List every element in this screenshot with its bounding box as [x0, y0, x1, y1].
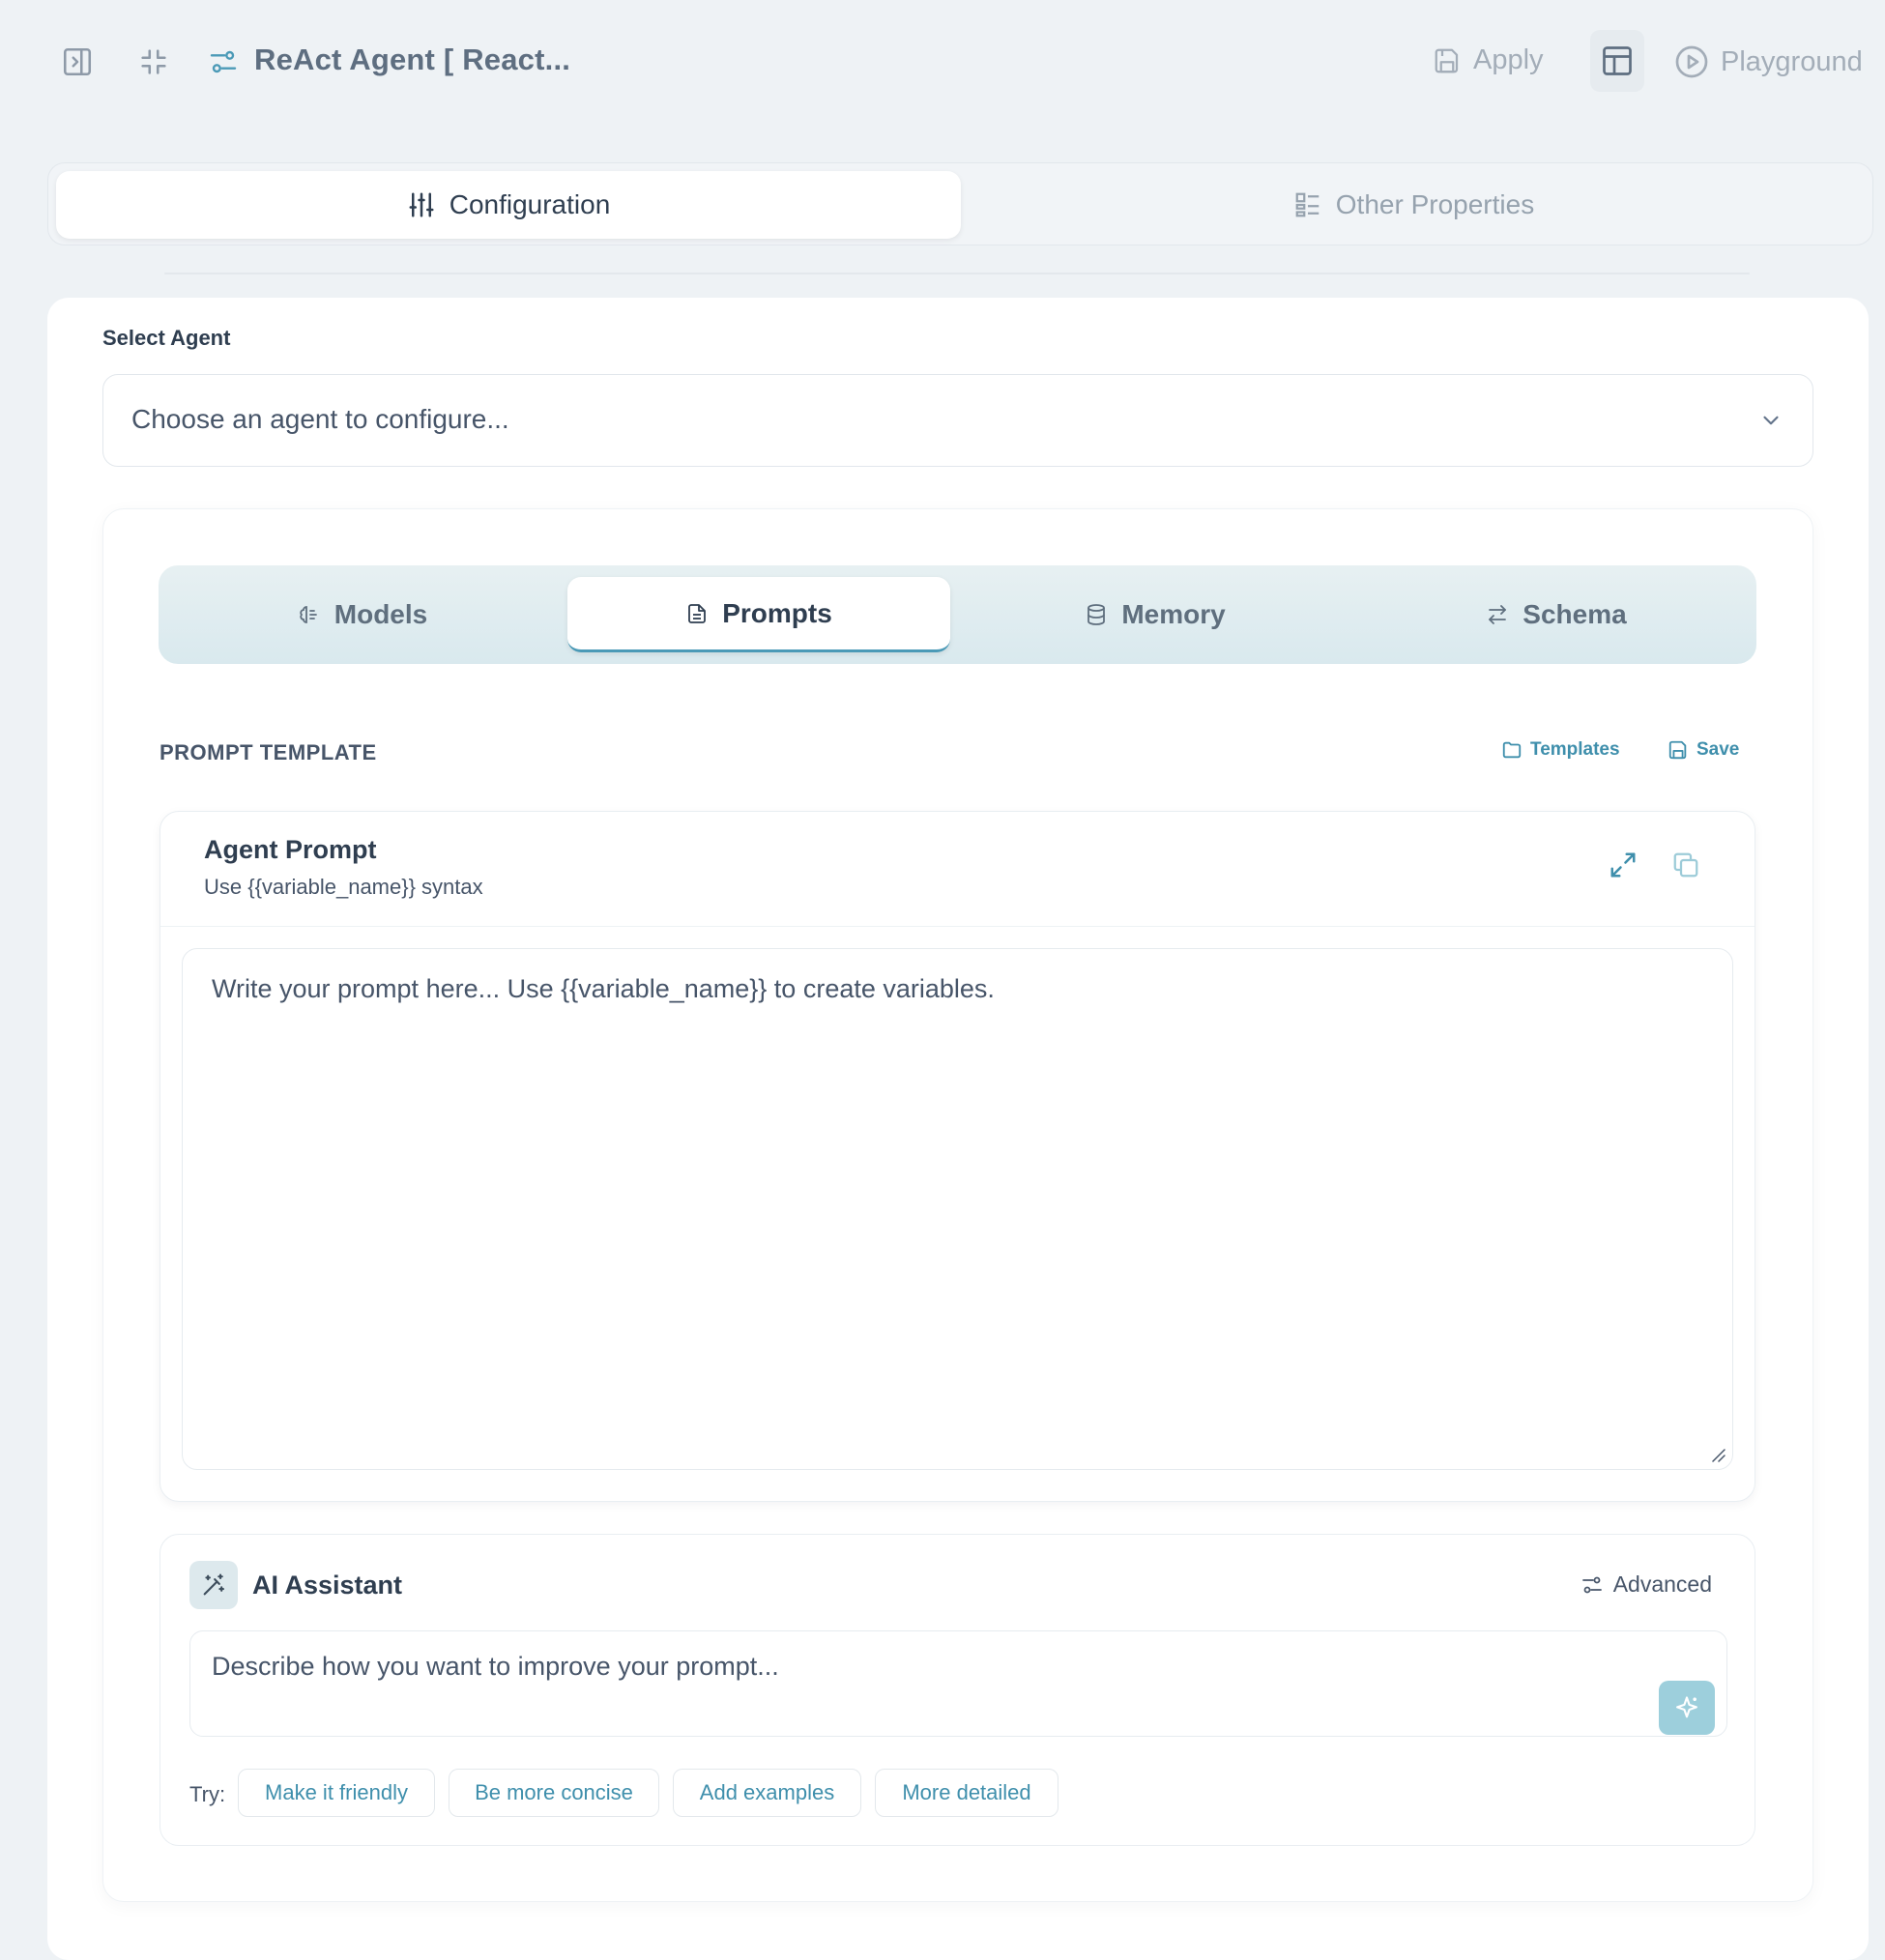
- select-agent-label: Select Agent: [102, 326, 231, 350]
- prompt-editor-card: Agent Prompt Use {{variable_name}} synta…: [160, 811, 1755, 1502]
- save-icon: [1668, 740, 1687, 760]
- database-icon: [1088, 604, 1106, 625]
- magic-wand-icon: [189, 1561, 238, 1609]
- folder-icon: [1502, 741, 1522, 759]
- suggestion-chip[interactable]: Add examples: [673, 1769, 861, 1817]
- brain-icon: [300, 606, 317, 623]
- divider: [164, 273, 1750, 274]
- prompt-editor-header: Agent Prompt Use {{variable_name}} synta…: [160, 812, 1754, 927]
- page-title: ReAct Agent [ React...: [254, 43, 571, 76]
- ai-instruction-input[interactable]: Describe how you want to improve your pr…: [189, 1630, 1727, 1737]
- suggestion-chip[interactable]: Be more concise: [449, 1769, 659, 1817]
- prompt-editor-subtitle: Use {{variable_name}} syntax: [204, 875, 483, 899]
- play-circle-icon: [1675, 45, 1708, 78]
- apply-label: Apply: [1473, 44, 1544, 75]
- tab-models[interactable]: Models: [159, 577, 566, 652]
- settings-sliders-icon: [1581, 1576, 1602, 1593]
- minimize-icon[interactable]: [132, 41, 175, 83]
- document-icon: [688, 603, 707, 623]
- apply-button[interactable]: Apply: [1433, 44, 1544, 76]
- prompt-textarea[interactable]: Write your prompt here... Use {{variable…: [182, 948, 1733, 1470]
- layout-toggle-button[interactable]: [1590, 30, 1644, 92]
- swap-arrows-icon: [1489, 605, 1507, 624]
- playground-button[interactable]: Playground: [1674, 44, 1863, 79]
- ai-assistant-title: AI Assistant: [252, 1571, 403, 1600]
- list-grid-icon: [1295, 192, 1320, 217]
- templates-button[interactable]: Templates: [1501, 739, 1620, 761]
- sliders-vertical-icon: [409, 192, 434, 217]
- toggle-sidebar-icon[interactable]: [56, 41, 99, 83]
- sparkle-icon: [1676, 1696, 1697, 1718]
- tab-schema-label: Schema: [1522, 599, 1627, 629]
- config-sub-tabs: Models Prompts Memory Schema: [159, 565, 1756, 664]
- copy-icon[interactable]: [1671, 850, 1700, 879]
- templates-label: Templates: [1530, 739, 1620, 760]
- save-disk-icon: [1435, 48, 1459, 72]
- tab-models-label: Models: [334, 599, 428, 629]
- suggestion-chip[interactable]: Make it friendly: [238, 1769, 435, 1817]
- save-button[interactable]: Save: [1668, 739, 1739, 761]
- tab-configuration-label: Configuration: [449, 189, 611, 219]
- tab-prompts-label: Prompts: [722, 597, 832, 628]
- prompt-placeholder: Write your prompt here... Use {{variable…: [212, 974, 995, 1003]
- advanced-label: Advanced: [1612, 1571, 1712, 1597]
- resize-handle-icon[interactable]: [1709, 1446, 1726, 1463]
- tab-schema[interactable]: Schema: [1356, 577, 1756, 652]
- top-tab-bar: Configuration Other Properties: [47, 162, 1873, 245]
- try-label: Try:: [189, 1782, 226, 1806]
- advanced-button[interactable]: Advanced: [1580, 1571, 1712, 1598]
- tab-memory[interactable]: Memory: [954, 577, 1356, 652]
- tab-prompts[interactable]: Prompts: [567, 577, 950, 652]
- chevron-down-icon: [1758, 408, 1784, 433]
- prompt-editor-title: Agent Prompt: [204, 835, 377, 864]
- ai-assistant-card: AI Assistant Advanced Describe how you w…: [160, 1534, 1755, 1846]
- tab-other-properties[interactable]: Other Properties: [961, 171, 1867, 239]
- save-label: Save: [1696, 739, 1740, 760]
- tab-memory-label: Memory: [1121, 599, 1226, 629]
- suggestion-chip[interactable]: More detailed: [875, 1769, 1058, 1817]
- playground-label: Playground: [1721, 45, 1863, 77]
- settings-sliders-icon: [202, 41, 245, 83]
- agent-select-placeholder: Choose an agent to configure...: [131, 404, 509, 434]
- ai-generate-button[interactable]: [1659, 1681, 1715, 1735]
- expand-icon[interactable]: [1609, 850, 1638, 879]
- tab-other-properties-label: Other Properties: [1335, 189, 1535, 219]
- ai-input-placeholder: Describe how you want to improve your pr…: [212, 1652, 779, 1681]
- layout-icon: [1603, 46, 1632, 75]
- prompt-template-heading: PROMPT TEMPLATE: [160, 740, 377, 764]
- tab-configuration[interactable]: Configuration: [56, 171, 961, 239]
- agent-select[interactable]: Choose an agent to configure...: [102, 374, 1813, 467]
